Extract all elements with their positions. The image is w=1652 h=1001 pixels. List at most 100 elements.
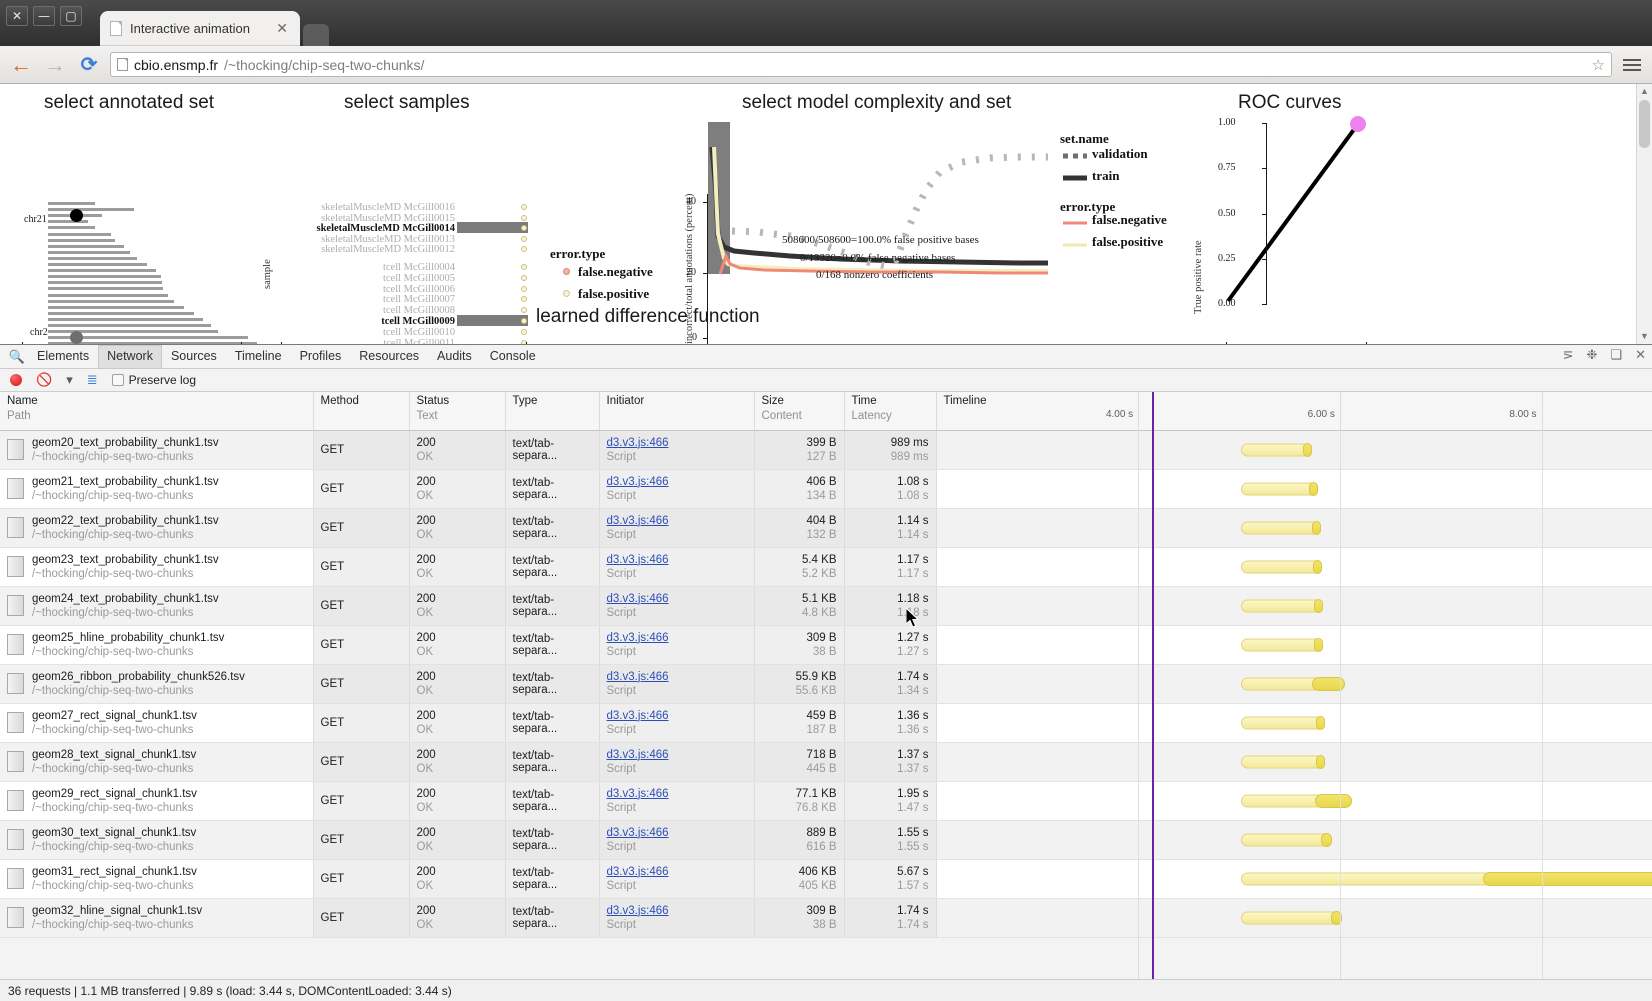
- chromosome-bar[interactable]: [48, 238, 116, 242]
- timeline-bar[interactable]: [1241, 599, 1323, 612]
- table-row[interactable]: geom24_text_probability_chunk1.tsv/~thoc…: [0, 586, 1652, 626]
- sample-label[interactable]: tcell McGill0009: [300, 316, 455, 327]
- cell-name[interactable]: geom24_text_probability_chunk1.tsv/~thoc…: [0, 586, 314, 626]
- initiator-link[interactable]: d3.v3.js:466: [607, 437, 747, 449]
- initiator-link[interactable]: d3.v3.js:466: [607, 632, 747, 644]
- sample-rate-point[interactable]: [521, 204, 527, 210]
- record-button-icon[interactable]: [10, 374, 22, 386]
- chromosome-bar[interactable]: [48, 208, 134, 212]
- grouping-button-icon[interactable]: ≣: [87, 372, 98, 388]
- devtools-tab-timeline[interactable]: Timeline: [226, 345, 291, 369]
- timeline-bar-download-segment[interactable]: [1315, 754, 1325, 769]
- cell-initiator[interactable]: d3.v3.js:466 Script: [599, 820, 755, 860]
- cell-name[interactable]: geom29_rect_signal_chunk1.tsv/~thocking/…: [0, 781, 314, 821]
- timeline-bar-download-segment[interactable]: [1482, 871, 1652, 886]
- chromosome-bar[interactable]: [48, 263, 147, 266]
- sample-label[interactable]: tcell McGill0004: [300, 262, 455, 273]
- col-header-initiator[interactable]: Initiator: [599, 392, 755, 431]
- devtools-tab-console[interactable]: Console: [481, 345, 545, 369]
- chromosome-bar[interactable]: [48, 305, 184, 309]
- initiator-link[interactable]: d3.v3.js:466: [607, 476, 747, 488]
- timeline-bar-download-segment[interactable]: [1313, 598, 1323, 613]
- cell-timeline[interactable]: [936, 703, 1652, 743]
- table-row[interactable]: geom29_rect_signal_chunk1.tsv/~thocking/…: [0, 781, 1652, 821]
- dock-window-icon[interactable]: ❑: [1610, 347, 1622, 363]
- cell-initiator[interactable]: d3.v3.js:466 Script: [599, 742, 755, 782]
- table-row[interactable]: geom25_hline_probability_chunk1.tsv/~tho…: [0, 625, 1652, 665]
- chromosome-bar[interactable]: [48, 275, 161, 279]
- chromosome-bar[interactable]: [48, 293, 169, 297]
- cell-initiator[interactable]: d3.v3.js:466 Script: [599, 703, 755, 743]
- preserve-log-toggle[interactable]: Preserve log: [111, 373, 196, 387]
- page-scrollbar[interactable]: ▲ ▼: [1636, 84, 1652, 344]
- table-row[interactable]: geom26_ribbon_probability_chunk526.tsv/~…: [0, 664, 1652, 704]
- chromosome-bar[interactable]: [48, 256, 137, 260]
- cell-initiator[interactable]: d3.v3.js:466 Script: [599, 586, 755, 626]
- browser-tab[interactable]: Interactive animation ✕: [100, 11, 300, 46]
- chromosome-selected-dot[interactable]: [69, 208, 83, 222]
- timeline-bar-download-segment[interactable]: [1313, 637, 1323, 652]
- sample-rate-point[interactable]: [521, 274, 527, 281]
- cell-name[interactable]: geom21_text_probability_chunk1.tsv/~thoc…: [0, 469, 314, 509]
- cell-timeline[interactable]: [936, 430, 1652, 470]
- chromosome-bar[interactable]: [48, 269, 156, 273]
- table-row[interactable]: geom20_text_probability_chunk1.tsv/~thoc…: [0, 430, 1652, 470]
- initiator-link[interactable]: d3.v3.js:466: [607, 671, 747, 683]
- sample-label[interactable]: skeletalMuscleMD McGill0015: [300, 213, 455, 224]
- scrollbar-up-arrow-icon[interactable]: ▲: [1637, 84, 1652, 99]
- cell-initiator[interactable]: d3.v3.js:466 Script: [599, 898, 755, 938]
- sample-rate-point[interactable]: [521, 235, 527, 242]
- sample-label[interactable]: skeletalMuscleMD McGill0014: [300, 223, 455, 234]
- sample-rate-point[interactable]: [521, 264, 527, 270]
- cell-name[interactable]: geom28_text_signal_chunk1.tsv/~thocking/…: [0, 742, 314, 782]
- cell-timeline[interactable]: [936, 820, 1652, 860]
- timeline-bar[interactable]: [1241, 482, 1318, 495]
- scrollbar-thumb[interactable]: [1639, 100, 1650, 148]
- reload-button[interactable]: ⟳: [76, 52, 102, 78]
- timeline-bar[interactable]: [1241, 716, 1325, 729]
- table-row[interactable]: geom22_text_probability_chunk1.tsv/~thoc…: [0, 508, 1652, 548]
- cell-initiator[interactable]: d3.v3.js:466 Script: [599, 430, 755, 470]
- initiator-link[interactable]: d3.v3.js:466: [607, 710, 747, 722]
- timeline-bar-download-segment[interactable]: [1302, 442, 1312, 457]
- cell-initiator[interactable]: d3.v3.js:466 Script: [599, 469, 755, 509]
- sample-label[interactable]: skeletalMuscleMD McGill0013: [300, 234, 455, 245]
- table-row[interactable]: geom23_text_probability_chunk1.tsv/~thoc…: [0, 547, 1652, 587]
- initiator-link[interactable]: d3.v3.js:466: [607, 593, 747, 605]
- cell-name[interactable]: geom32_hline_signal_chunk1.tsv/~thocking…: [0, 898, 314, 938]
- table-row[interactable]: geom32_hline_signal_chunk1.tsv/~thocking…: [0, 898, 1652, 938]
- sample-label[interactable]: skeletalMuscleMD McGill0016: [300, 202, 455, 213]
- search-icon[interactable]: 🔍: [6, 349, 28, 365]
- sample-label[interactable]: tcell McGill0008: [300, 305, 455, 316]
- cell-timeline[interactable]: [936, 586, 1652, 626]
- cell-timeline[interactable]: [936, 781, 1652, 821]
- chromosome-bar[interactable]: [48, 202, 96, 205]
- cell-initiator[interactable]: d3.v3.js:466 Script: [599, 781, 755, 821]
- forward-button[interactable]: →: [42, 52, 68, 78]
- col-header-method[interactable]: Method: [313, 392, 410, 431]
- chromosome-bar[interactable]: [48, 232, 111, 236]
- initiator-link[interactable]: d3.v3.js:466: [607, 788, 747, 800]
- chromosome-bar[interactable]: [48, 287, 164, 291]
- cell-initiator[interactable]: d3.v3.js:466 Script: [599, 547, 755, 587]
- clear-button-icon[interactable]: 🚫: [36, 372, 52, 388]
- sample-rate-point[interactable]: [521, 285, 527, 292]
- initiator-link[interactable]: d3.v3.js:466: [607, 905, 747, 917]
- sample-selected-highlight[interactable]: [457, 222, 528, 233]
- timeline-bar-download-segment[interactable]: [1312, 559, 1322, 574]
- tab-close-icon[interactable]: ✕: [276, 20, 288, 37]
- chromosome-bar[interactable]: [48, 220, 89, 224]
- cell-name[interactable]: geom31_rect_signal_chunk1.tsv/~thocking/…: [0, 859, 314, 899]
- sample-selected-highlight[interactable]: [457, 315, 528, 326]
- table-row[interactable]: geom21_text_probability_chunk1.tsv/~thoc…: [0, 469, 1652, 509]
- settings-gear-icon[interactable]: ❉: [1587, 347, 1598, 363]
- cell-name[interactable]: geom30_text_signal_chunk1.tsv/~thocking/…: [0, 820, 314, 860]
- chromosome-selected-dot[interactable]: [69, 330, 83, 344]
- address-bar[interactable]: cbio.ensmp.fr /~thocking/chip-seq-two-chu…: [110, 52, 1612, 77]
- timeline-bar[interactable]: [1241, 911, 1342, 924]
- cell-timeline[interactable]: [936, 742, 1652, 782]
- cell-timeline[interactable]: [936, 664, 1652, 704]
- cell-name[interactable]: geom22_text_probability_chunk1.tsv/~thoc…: [0, 508, 314, 548]
- table-row[interactable]: geom30_text_signal_chunk1.tsv/~thocking/…: [0, 820, 1652, 860]
- timeline-bar-download-segment[interactable]: [1314, 793, 1352, 808]
